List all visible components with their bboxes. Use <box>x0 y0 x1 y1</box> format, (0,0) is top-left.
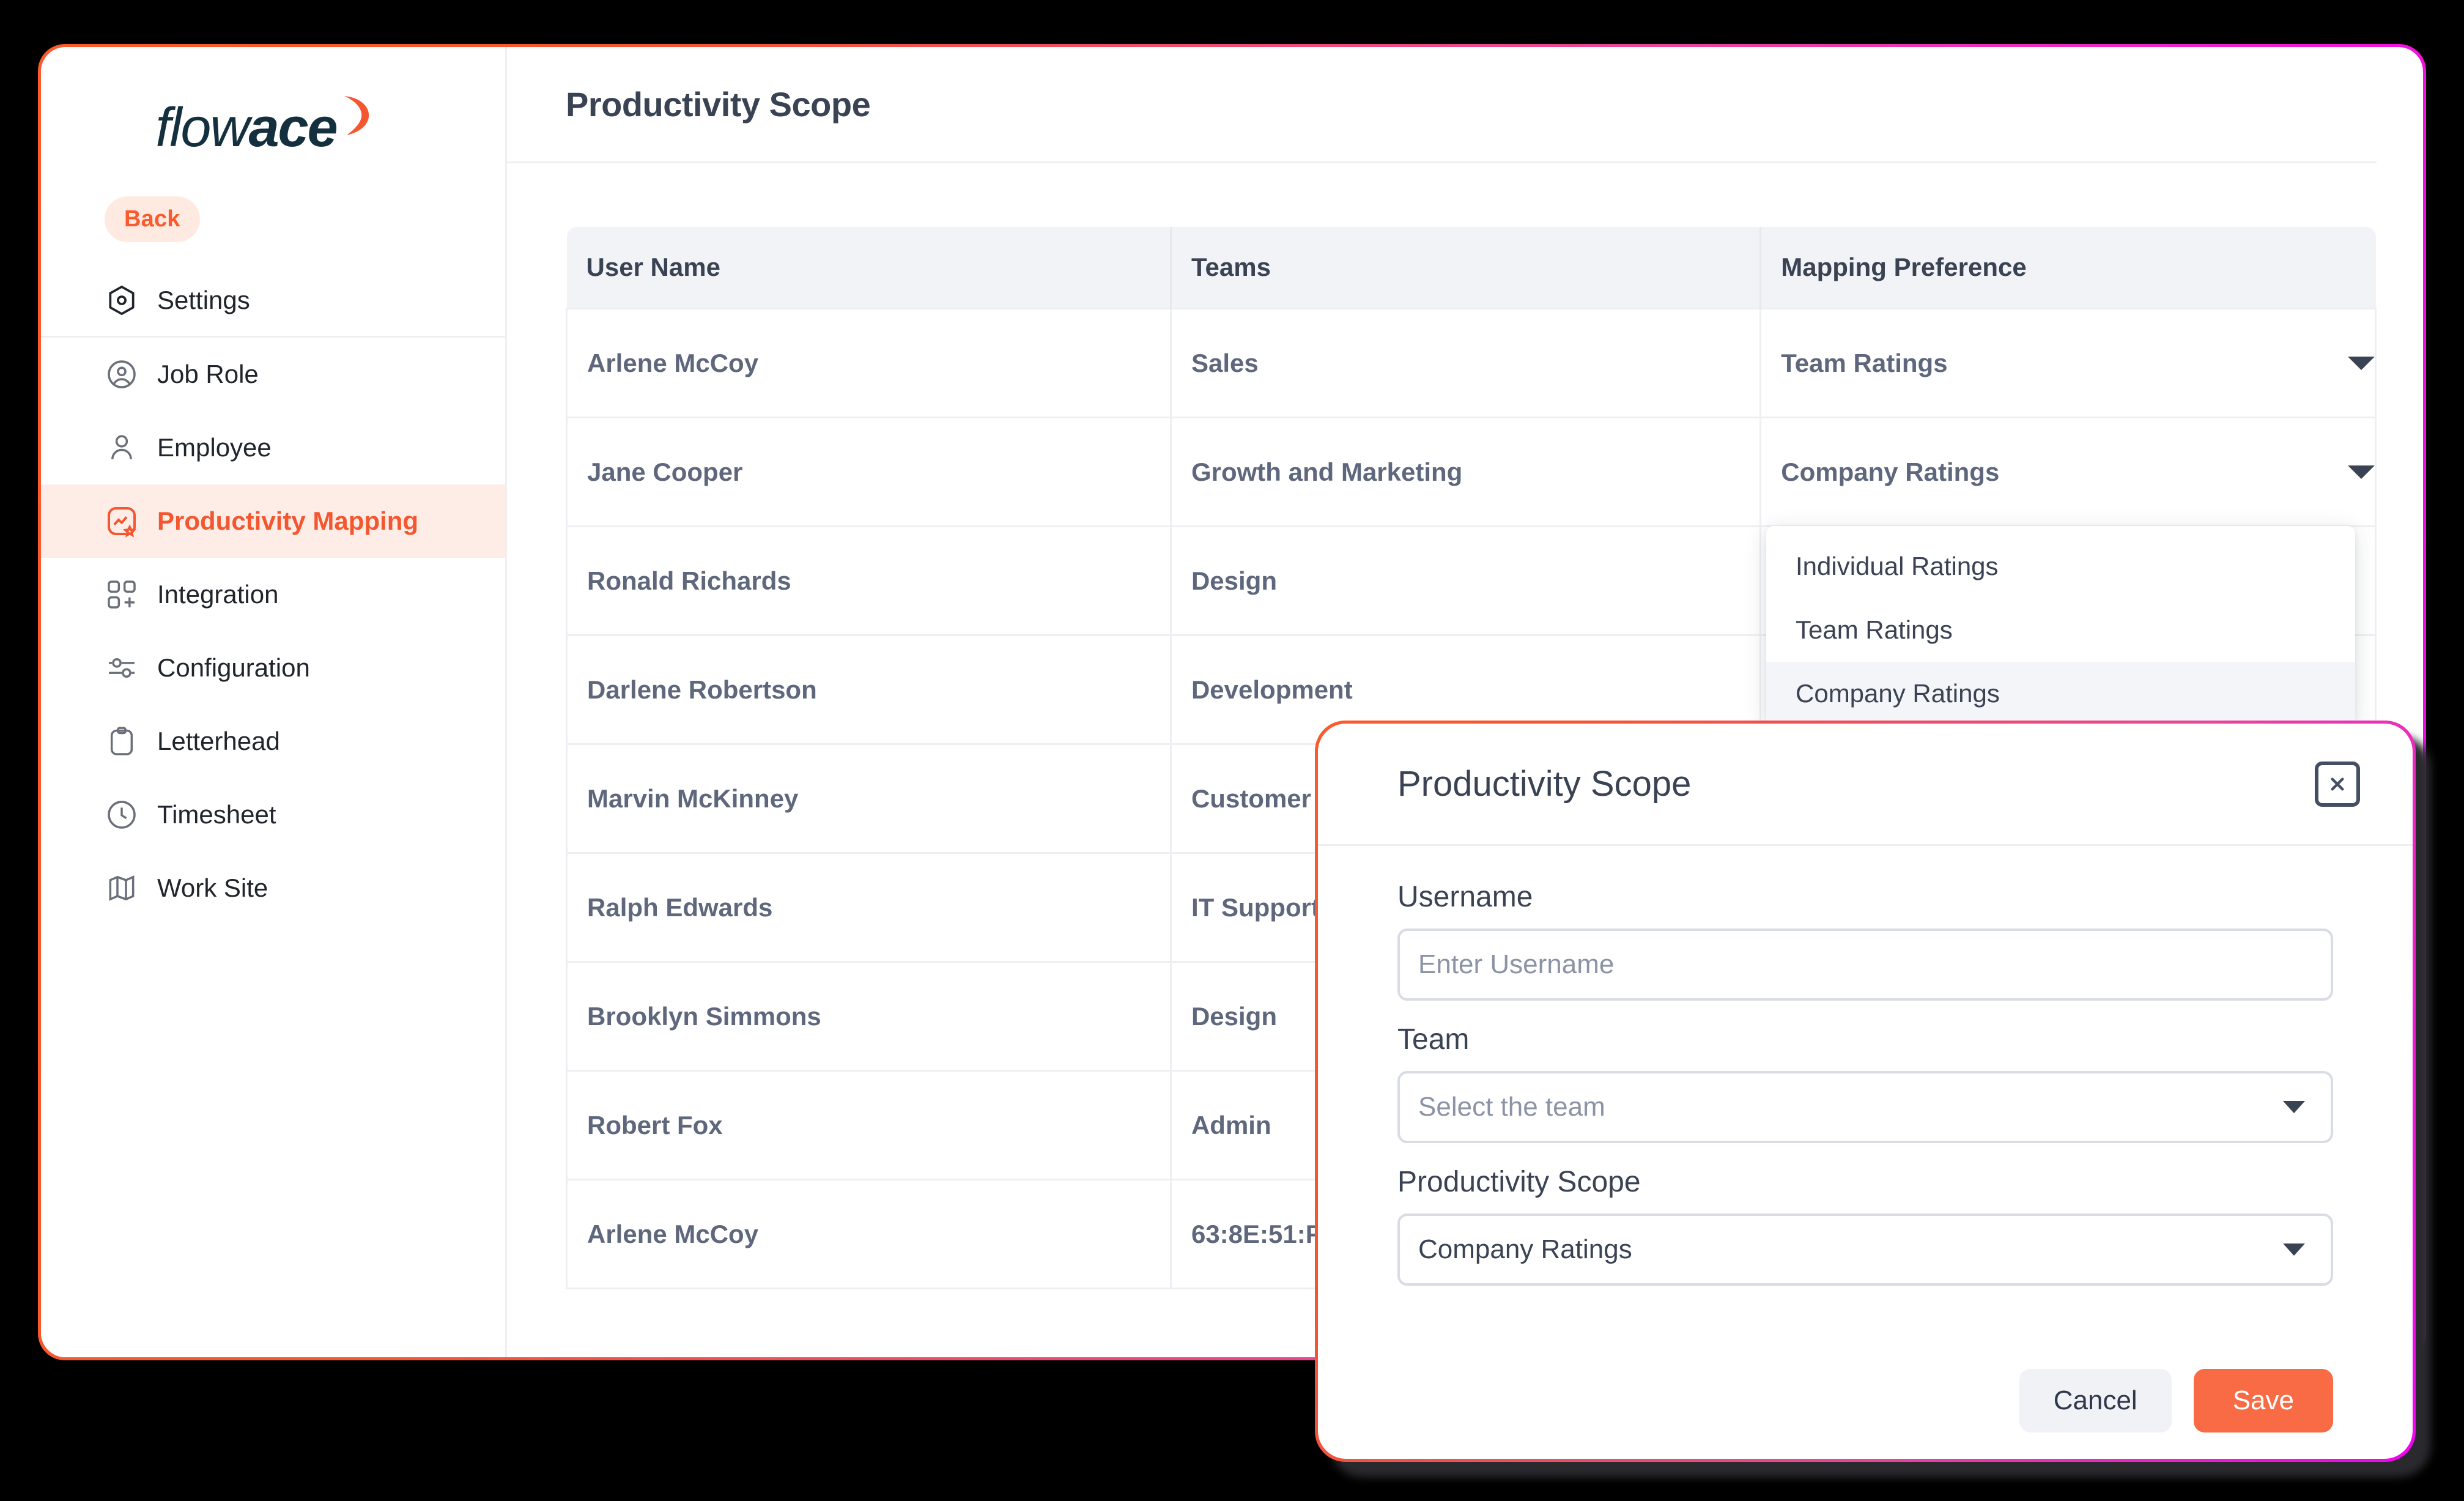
sidebar-item-label: Work Site <box>157 873 268 902</box>
dropdown-option-individual-ratings[interactable]: Individual Ratings <box>1766 535 2355 598</box>
brand-logo[interactable]: flow ace <box>41 75 505 180</box>
column-header-user-name: User Name <box>566 227 1172 309</box>
sidebar: flow ace Back Settings Job Role Employee… <box>41 47 507 1357</box>
cell-user-name: Brooklyn Simmons <box>566 961 1172 1072</box>
sidebar-item-label: Employee <box>157 433 272 462</box>
chevron-down-icon[interactable] <box>2348 356 2375 370</box>
sidebar-item-timesheet[interactable]: Timesheet <box>41 778 505 851</box>
sidebar-item-productivity-mapping[interactable]: Productivity Mapping <box>41 484 505 558</box>
back-button[interactable]: Back <box>105 196 200 242</box>
sidebar-item-label: Integration <box>157 580 279 609</box>
team-select-value: Select the team <box>1418 1092 1605 1122</box>
clock-icon <box>105 798 139 832</box>
productivity-scope-label: Productivity Scope <box>1397 1166 1641 1198</box>
sidebar-item-integration[interactable]: Integration <box>41 558 505 631</box>
cell-user-name: Marvin McKinney <box>566 743 1172 854</box>
cell-user-name: Ralph Edwards <box>566 852 1172 963</box>
sidebar-item-settings[interactable]: Settings <box>41 264 505 338</box>
modal-footer: Cancel Save <box>1318 1343 2413 1459</box>
team-select[interactable]: Select the team <box>1397 1071 2333 1143</box>
cell-user-name: Jane Cooper <box>566 417 1172 527</box>
dropdown-option-team-ratings[interactable]: Team Ratings <box>1766 598 2355 662</box>
modal-border: Productivity Scope Username Enter Userna… <box>1315 721 2416 1462</box>
back-button-container: Back <box>41 180 505 242</box>
page-title: Productivity Scope <box>566 85 871 124</box>
save-button[interactable]: Save <box>2193 1369 2333 1432</box>
sidebar-item-job-role[interactable]: Job Role <box>41 338 505 411</box>
sidebar-item-letterhead[interactable]: Letterhead <box>41 705 505 778</box>
cell-team: Design <box>1171 525 1762 636</box>
cell-user-name: Arlene McCoy <box>566 1179 1172 1289</box>
page-header: Productivity Scope <box>507 47 2377 163</box>
preference-value: Company Ratings <box>1781 457 2000 486</box>
close-icon[interactable] <box>2315 761 2360 807</box>
user-circle-icon <box>105 357 139 391</box>
modal-header: Productivity Scope <box>1318 724 2413 846</box>
chevron-down-icon[interactable] <box>2283 1243 2305 1256</box>
username-placeholder: Enter Username <box>1418 949 1615 979</box>
sidebar-nav: Settings Job Role Employee Productivity … <box>41 264 505 925</box>
sidebar-item-label: Letterhead <box>157 727 280 755</box>
cell-user-name: Ronald Richards <box>566 525 1172 636</box>
map-icon <box>105 871 139 905</box>
person-icon <box>105 431 139 465</box>
cell-user-name: Arlene McCoy <box>566 308 1172 418</box>
sidebar-item-label: Timesheet <box>157 800 276 829</box>
mapping-preference-dropdown: Individual Ratings Team Ratings Company … <box>1766 526 2355 725</box>
column-header-mapping-preference: Mapping Preference <box>1760 227 2376 309</box>
hexagon-gear-icon <box>105 283 139 317</box>
table-row: Arlene McCoy Sales Team Ratings <box>566 308 2377 418</box>
sliders-icon <box>105 651 139 685</box>
logo-swoosh-icon <box>341 92 372 147</box>
team-label: Team <box>1397 1023 1470 1056</box>
clipboard-icon <box>105 724 139 758</box>
table-row: Jane Cooper Growth and Marketing Company… <box>566 417 2377 527</box>
productivity-scope-select[interactable]: Company Ratings <box>1397 1214 2333 1286</box>
sidebar-item-employee[interactable]: Employee <box>41 411 505 484</box>
screenshot-stage: flow ace Back Settings Job Role Employee… <box>0 0 2464 1501</box>
chevron-down-icon[interactable] <box>2348 465 2375 479</box>
sidebar-item-label: Productivity Mapping <box>157 506 419 535</box>
username-label: Username <box>1397 881 1533 913</box>
modal-title: Productivity Scope <box>1397 764 1692 804</box>
preference-value: Team Ratings <box>1781 348 1948 377</box>
username-field[interactable]: Enter Username <box>1397 928 2333 1001</box>
table-header-row: User Name Teams Mapping Preference <box>566 227 2376 309</box>
cell-user-name: Robert Fox <box>566 1070 1172 1180</box>
sidebar-item-work-site[interactable]: Work Site <box>41 851 505 925</box>
sidebar-item-configuration[interactable]: Configuration <box>41 631 505 705</box>
sidebar-item-label: Job Role <box>157 360 259 388</box>
cell-user-name: Darlene Robertson <box>566 634 1172 745</box>
logo-ace-text: ace <box>248 97 338 158</box>
logo-flow-text: flow <box>155 97 250 158</box>
cell-team: Growth and Marketing <box>1171 417 1762 527</box>
cell-mapping-preference[interactable]: Team Ratings <box>1760 308 2377 418</box>
modal-body: Username Enter Username Team Select the … <box>1318 846 2413 1343</box>
chevron-down-icon[interactable] <box>2283 1101 2305 1113</box>
column-header-teams: Teams <box>1171 227 1762 309</box>
productivity-scope-modal: Productivity Scope Username Enter Userna… <box>1318 724 2413 1459</box>
grid-plus-icon <box>105 577 139 612</box>
productivity-scope-value: Company Ratings <box>1418 1234 1632 1264</box>
cell-mapping-preference[interactable]: Company Ratings <box>1760 417 2377 527</box>
sidebar-item-label: Settings <box>157 285 250 314</box>
cancel-button[interactable]: Cancel <box>2019 1369 2172 1432</box>
sidebar-item-label: Configuration <box>157 653 310 682</box>
dropdown-option-company-ratings[interactable]: Company Ratings <box>1766 662 2355 725</box>
cell-team: Sales <box>1171 308 1762 418</box>
chart-star-icon <box>105 504 139 538</box>
